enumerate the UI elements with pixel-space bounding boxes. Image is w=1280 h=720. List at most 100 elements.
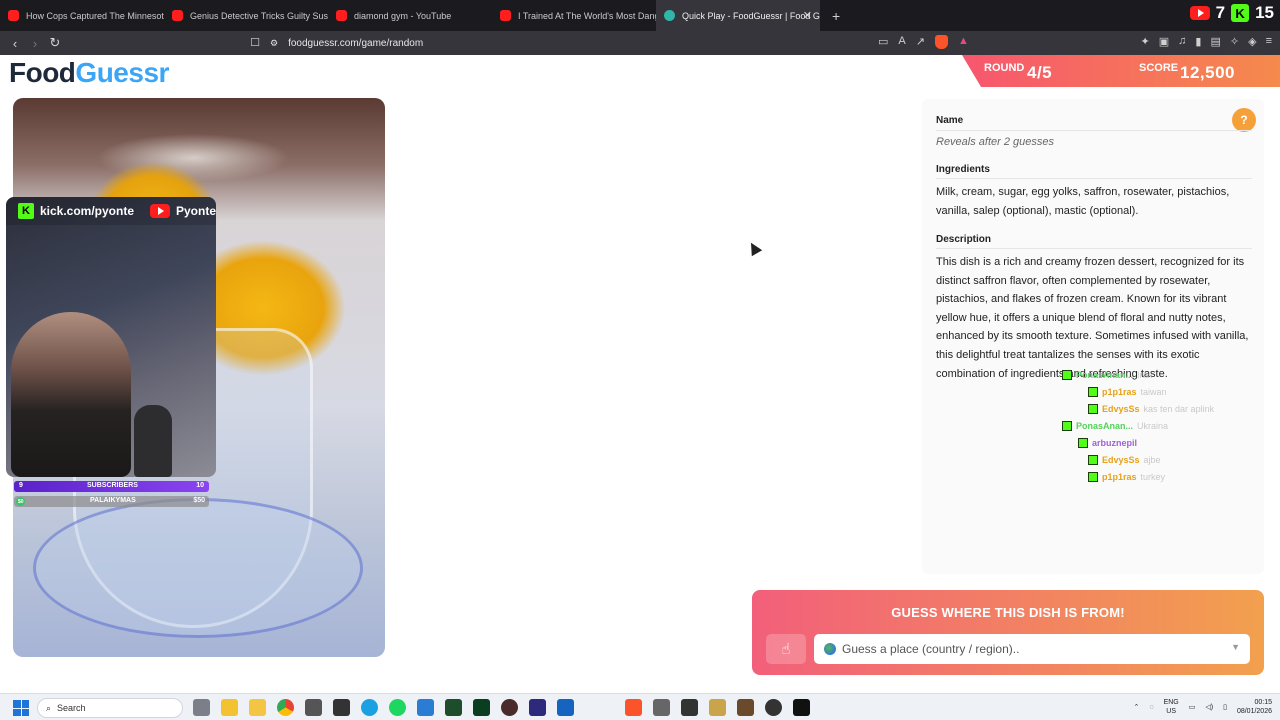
description-value: This dish is a rich and creamy frozen de… [936,256,1249,380]
chat-message: arbuznepil [1078,438,1141,448]
vpn-icon[interactable]: ◈ [1248,35,1256,48]
app-icon[interactable] [501,699,518,716]
dish-info-card: ? Name Reveals after 2 guesses Ingredien… [922,99,1264,574]
tab-label: diamond gym - YouTube [354,10,452,21]
battery-icon[interactable]: ▯ [1223,703,1227,711]
url-text: foodguessr.com/game/random [288,37,424,49]
screenshot-icon[interactable]: ▣ [1159,35,1169,48]
app-icon[interactable] [709,699,726,716]
browser-tab[interactable]: Quick Play - FoodGuessr | Food G ✕ [656,0,820,31]
bookmark-icon[interactable]: ☐ [245,36,265,49]
chat-username: EdvysSs [1102,455,1140,465]
browser-tab[interactable]: How Cops Captured The Minnesota F [0,0,164,31]
hand-pointer-icon[interactable]: ☝ [766,634,806,664]
youtube-name: Pyonte [175,204,216,218]
browser-tab[interactable]: Genius Detective Tricks Guilty Suspe [164,0,328,31]
site-info-icon[interactable]: ⚙ [270,38,278,49]
network-icon[interactable]: ▭ [1189,703,1196,711]
tray-app-icon[interactable]: ◌ [1149,704,1153,711]
chat-text: taiwan [1140,387,1167,397]
round-score-banner: ROUND 4/5 SCORE 12,500 [962,55,1280,87]
brave-icon[interactable] [625,699,642,716]
back-icon[interactable]: ‹ [5,36,25,51]
windows-start-icon[interactable] [13,700,29,716]
sidebar-icon[interactable]: ▮ [1195,35,1201,48]
chat-username: PonasAnan... [1076,421,1134,431]
youtube-favicon-icon [172,10,183,21]
url-field[interactable]: ⚙ foodguessr.com/game/random [270,31,423,55]
streamer-socials: K kick.com/pyonte Pyonte [6,197,216,225]
tab-label: Quick Play - FoodGuessr | Food G [682,10,820,21]
volume-icon[interactable]: ◁) [1205,703,1213,711]
clock[interactable]: 00:15 08/01/2026 [1237,698,1272,716]
app-icon[interactable] [557,699,574,716]
premiere-icon[interactable] [529,699,546,716]
brave-rewards-icon[interactable]: ▲ [958,35,969,49]
files-app-icon[interactable] [249,699,266,716]
obs-icon[interactable] [765,699,782,716]
name-value: Reveals after 2 guesses [936,136,1055,148]
cast-icon[interactable]: ▭ [878,35,888,49]
spotify-icon[interactable] [389,699,406,716]
taskbar-search[interactable]: ⌕ Search [37,698,183,718]
foodguessr-logo[interactable]: FoodGuessr [9,57,169,89]
app-icon[interactable] [681,699,698,716]
app-icon[interactable] [445,699,462,716]
app-icon[interactable] [737,699,754,716]
guess-place-select[interactable]: Guess a place (country / region).. ▼ [814,634,1250,664]
browser-tab[interactable]: I Trained At The World's Most Dange [492,0,656,31]
donation-goal-label: PALAIKYMAS [90,497,136,504]
music-icon[interactable]: ♫ [1178,35,1186,48]
chat-username: p1p1ras [1102,387,1137,397]
score-label: SCORE [1139,62,1179,74]
file-explorer-icon[interactable] [221,699,238,716]
reload-icon[interactable]: ↻ [45,35,65,51]
taskbar-apps [193,699,810,716]
translate-icon[interactable]: A [898,35,905,49]
ingredients-value: Milk, cream, sugar, egg yolks, saffron, … [936,186,1230,217]
share-icon[interactable]: ↗ [916,35,925,49]
help-icon[interactable]: ? [1232,108,1256,132]
address-actions: ▭ A ↗ ▲ [878,35,969,49]
tab-bar-extensions: 7 K 15 [1189,3,1274,23]
ingredients-title: Ingredients [936,164,990,175]
search-icon: ⌕ [46,702,52,713]
chrome-icon[interactable] [277,699,294,716]
tray-chevron-icon[interactable]: ⌃ [1134,703,1140,711]
app-icon[interactable] [305,699,322,716]
app-icon[interactable] [473,699,490,716]
kick-badge-icon [1088,404,1098,414]
app-icon[interactable] [653,699,670,716]
wallet-icon[interactable]: ▤ [1210,35,1220,48]
tab-close-icon[interactable]: ✕ [803,9,812,22]
chat-message: PonasAnan... Ukraina [1062,421,1168,431]
browser-tab[interactable]: diamond gym - YouTube [328,0,492,31]
description-title: Description [936,234,992,245]
round-value: 4/5 [1027,63,1053,82]
app-icon[interactable] [793,699,810,716]
task-view-icon[interactable] [193,699,210,716]
photos-icon[interactable] [417,699,434,716]
sub-goal-target: 10 [196,482,204,489]
menu-icon[interactable]: ≡ [1266,35,1272,48]
round-label: ROUND [984,62,1025,74]
chat-message: EdvysSs kas ten dar aplink [1088,404,1214,414]
foodguessr-page: FoodGuessr ROUND 4/5 SCORE 12,500 K kick… [0,55,1280,693]
leo-icon[interactable]: ✧ [1230,35,1239,48]
kick-badge-icon [1088,472,1098,482]
windows-taskbar: ⌕ Search ⌃ ◌ ENG US ▭ ◁) ▯ 00:15 08/01/2… [0,693,1280,720]
tab-list: How Cops Captured The Minnesota F Genius … [0,0,820,31]
chat-text: turkey [1140,472,1166,482]
brave-shields-icon[interactable] [934,35,948,49]
guess-title: GUESS WHERE THIS DISH IS FROM! [891,605,1125,620]
streamer-webcam: K kick.com/pyonte Pyonte [6,197,216,477]
chat-text: ajbe [1143,455,1161,465]
forward-icon[interactable]: › [25,36,45,51]
chevron-down-icon: ▼ [1231,642,1240,652]
extension-puzzle-icon[interactable]: ✦ [1141,35,1150,48]
app-icon[interactable] [333,699,350,716]
new-tab-button[interactable]: + [832,8,840,24]
language-indicator[interactable]: ENG US [1164,698,1179,716]
edge-icon[interactable] [361,699,378,716]
globe-icon [824,643,836,655]
